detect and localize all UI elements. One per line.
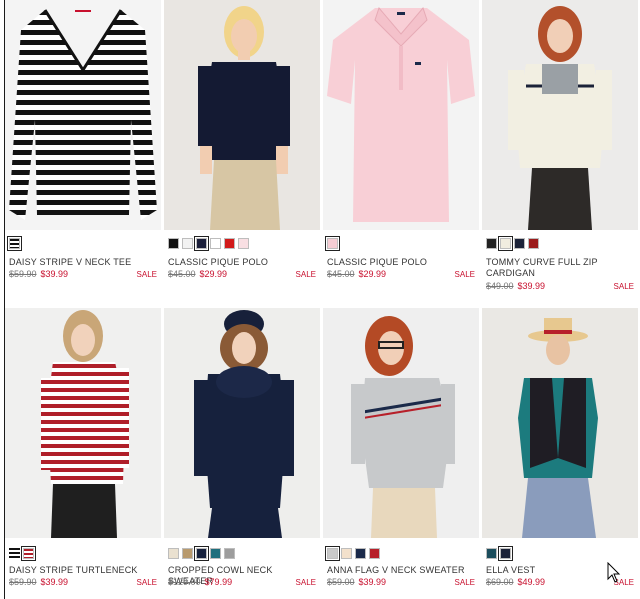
color-swatch[interactable] (369, 548, 380, 559)
color-swatches (9, 546, 36, 561)
product-card[interactable]: ELLA VEST $69.00 $49.99 SALE (482, 308, 638, 598)
color-swatch[interactable] (355, 548, 366, 559)
sale-price: $39.99 (358, 577, 387, 587)
color-swatches (168, 546, 235, 561)
product-image[interactable] (5, 308, 161, 538)
product-card[interactable]: CLASSIC PIQUE POLO $45.00 $29.99 SALE (323, 0, 479, 300)
color-swatch[interactable] (168, 238, 179, 249)
product-price: $45.00 $29.99 (168, 269, 227, 280)
sale-price: $39.99 (517, 281, 546, 291)
stripe-swatch[interactable] (7, 236, 22, 251)
sale-badge: SALE (136, 270, 157, 279)
color-swatch[interactable] (514, 238, 525, 249)
color-swatch[interactable] (182, 548, 193, 559)
sale-price: $39.99 (40, 577, 69, 587)
color-swatch[interactable] (194, 546, 209, 561)
product-card[interactable]: ANNA FLAG V NECK SWEATER $59.00 $39.99 SA… (323, 308, 479, 598)
color-swatches (486, 236, 539, 251)
product-price: $69.00 $49.99 (486, 577, 545, 588)
color-swatch[interactable] (498, 236, 513, 251)
product-name[interactable]: DAISY STRIPE TURTLENECK (9, 565, 159, 576)
product-image[interactable] (5, 0, 161, 230)
color-swatch[interactable] (486, 548, 497, 559)
product-image[interactable] (323, 308, 479, 538)
color-swatch[interactable] (224, 238, 235, 249)
sale-price: $79.99 (204, 577, 233, 587)
sale-price: $29.99 (358, 269, 387, 279)
color-swatch[interactable] (224, 548, 235, 559)
sale-badge: SALE (613, 282, 634, 291)
color-swatch[interactable] (194, 236, 209, 251)
product-card[interactable]: CLASSIC PIQUE POLO $45.00 $29.99 SALE (164, 0, 320, 300)
product-card[interactable]: DAISY STRIPE V NECK TEE $59.90 $39.99 SAL… (5, 0, 161, 300)
sale-price: $39.99 (40, 269, 69, 279)
stripe-swatch-red[interactable] (21, 546, 36, 561)
original-price: $59.00 (327, 577, 355, 587)
product-card[interactable]: DAISY STRIPE TURTLENECK $59.90 $39.99 SAL… (5, 308, 161, 598)
color-swatch[interactable] (325, 546, 340, 561)
color-swatch[interactable] (486, 238, 497, 249)
sale-badge: SALE (454, 578, 475, 587)
color-swatch[interactable] (341, 548, 352, 559)
sale-badge: SALE (295, 578, 316, 587)
product-card[interactable]: CROPPED COWL NECK SWEATER $129.00 $79.99 … (164, 308, 320, 598)
color-swatches (486, 546, 513, 561)
product-price: $59.90 $39.99 (9, 577, 68, 588)
sale-badge: SALE (136, 578, 157, 587)
color-swatches (168, 236, 249, 251)
original-price: $129.00 (168, 577, 201, 587)
product-name[interactable]: CLASSIC PIQUE POLO (168, 257, 318, 268)
color-swatches (325, 236, 340, 251)
sale-price: $49.99 (517, 577, 546, 587)
product-name[interactable]: DAISY STRIPE V NECK TEE (9, 257, 159, 268)
stripe-swatch[interactable] (9, 548, 20, 559)
color-swatch[interactable] (210, 548, 221, 559)
product-price: $59.90 $39.99 (9, 269, 68, 280)
product-image[interactable] (482, 308, 638, 538)
original-price: $59.90 (9, 269, 37, 279)
color-swatch[interactable] (498, 546, 513, 561)
product-price: $45.00 $29.99 (327, 269, 386, 280)
sale-price: $29.99 (199, 269, 228, 279)
color-swatch[interactable] (325, 236, 340, 251)
original-price: $59.90 (9, 577, 37, 587)
product-price: $49.00 $39.99 (486, 281, 545, 292)
sale-badge: SALE (454, 270, 475, 279)
color-swatches (7, 236, 22, 251)
original-price: $45.00 (327, 269, 355, 279)
mouse-cursor-icon (607, 562, 621, 583)
color-swatches (325, 546, 380, 561)
color-swatch[interactable] (182, 238, 193, 249)
original-price: $69.00 (486, 577, 514, 587)
original-price: $45.00 (168, 269, 196, 279)
product-name[interactable]: ANNA FLAG V NECK SWEATER (327, 565, 477, 576)
product-grid: DAISY STRIPE V NECK TEE $59.90 $39.99 SAL… (5, 0, 640, 599)
product-image[interactable] (482, 0, 638, 230)
product-image[interactable] (164, 308, 320, 538)
product-price: $59.00 $39.99 (327, 577, 386, 588)
product-image[interactable] (323, 0, 479, 230)
color-swatch[interactable] (238, 238, 249, 249)
color-swatch[interactable] (168, 548, 179, 559)
color-swatch[interactable] (210, 238, 221, 249)
sale-badge: SALE (295, 270, 316, 279)
product-name[interactable]: CLASSIC PIQUE POLO (327, 257, 477, 268)
product-card[interactable]: TOMMY CURVE FULL ZIP CARDIGAN $49.00 $39.… (482, 0, 638, 300)
color-swatch[interactable] (528, 238, 539, 249)
product-name[interactable]: TOMMY CURVE FULL ZIP CARDIGAN (486, 257, 636, 279)
product-price: $129.00 $79.99 (168, 577, 232, 588)
original-price: $49.00 (486, 281, 514, 291)
product-image[interactable] (164, 0, 320, 230)
